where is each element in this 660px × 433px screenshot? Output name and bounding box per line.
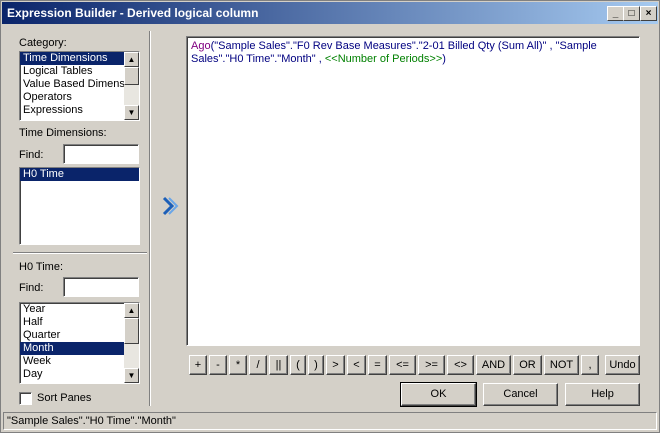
- operator-button[interactable]: +: [189, 355, 207, 375]
- time-dimensions-list[interactable]: H0 Time: [19, 167, 140, 245]
- operator-button[interactable]: OR: [513, 355, 542, 375]
- operator-button[interactable]: <: [347, 355, 366, 375]
- title-bar[interactable]: Expression Builder - Derived logical col…: [2, 2, 658, 24]
- category-list-item[interactable]: Value Based Dimensio: [20, 78, 139, 91]
- function-name: Ago: [191, 40, 211, 52]
- ok-button[interactable]: OK: [400, 382, 477, 407]
- h0-time-scrollbar[interactable]: ▲ ▼: [124, 303, 139, 383]
- find2-label: Find:: [19, 282, 44, 294]
- time-dimensions-label: Time Dimensions:: [19, 127, 107, 139]
- cancel-button[interactable]: Cancel: [483, 383, 558, 406]
- operator-button[interactable]: AND: [476, 355, 511, 375]
- find-label: Find:: [19, 149, 44, 161]
- operator-button[interactable]: /: [249, 355, 267, 375]
- category-list-item[interactable]: Time Dimensions: [20, 52, 139, 65]
- operator-button[interactable]: <>: [447, 355, 474, 375]
- argument-periods: <<Number of Periods>>: [324, 53, 443, 65]
- time-dimension-list-item[interactable]: H0 Time: [20, 168, 139, 181]
- scroll-up-icon[interactable]: ▲: [124, 303, 139, 318]
- h0-time-list[interactable]: Year Half Quarter Month Week Day ▲ ▼: [19, 302, 140, 384]
- operator-button[interactable]: >=: [418, 355, 445, 375]
- maximize-button[interactable]: □: [623, 6, 640, 21]
- panel-divider: [149, 31, 151, 406]
- sort-panes-checkbox[interactable]: [19, 392, 32, 405]
- insert-chevron-right-icon[interactable]: [161, 195, 179, 217]
- h0-time-list-item[interactable]: Year: [20, 303, 139, 316]
- left-divider: [13, 252, 147, 254]
- argument-level-part2: Sales"."H0 Time"."Month": [191, 53, 316, 65]
- argument-level-part1: "Sample: [555, 40, 597, 52]
- operator-button[interactable]: NOT: [544, 355, 579, 375]
- expression-builder-window: Expression Builder - Derived logical col…: [0, 0, 660, 433]
- scroll-down-icon[interactable]: ▼: [124, 368, 139, 383]
- category-list-item[interactable]: Operators: [20, 91, 139, 104]
- find-input[interactable]: [63, 144, 139, 164]
- operator-button[interactable]: (: [290, 355, 306, 375]
- operator-button[interactable]: -: [209, 355, 227, 375]
- scroll-up-icon[interactable]: ▲: [124, 52, 139, 67]
- close-button[interactable]: ×: [640, 6, 657, 21]
- operator-button[interactable]: ): [308, 355, 324, 375]
- operator-button[interactable]: =: [368, 355, 387, 375]
- status-bar: "Sample Sales"."H0 Time"."Month": [3, 412, 657, 430]
- category-scrollbar[interactable]: ▲ ▼: [124, 52, 139, 120]
- scroll-thumb[interactable]: [124, 67, 139, 85]
- operator-button[interactable]: *: [229, 355, 247, 375]
- find2-input[interactable]: [63, 277, 139, 297]
- operator-button[interactable]: >: [326, 355, 345, 375]
- separator: ,: [315, 53, 325, 65]
- scroll-thumb[interactable]: [124, 318, 139, 344]
- help-button[interactable]: Help: [565, 383, 640, 406]
- window-title: Expression Builder - Derived logical col…: [7, 6, 259, 20]
- sort-panes-label: Sort Panes: [37, 392, 92, 404]
- h0-time-list-item[interactable]: Half: [20, 316, 139, 329]
- h0-time-list-item[interactable]: Day: [20, 368, 139, 381]
- category-list[interactable]: Time Dimensions Logical Tables Value Based…: [19, 51, 140, 121]
- scroll-down-icon[interactable]: ▼: [124, 105, 139, 120]
- h0-time-label: H0 Time:: [19, 261, 64, 273]
- category-list-item[interactable]: Expressions: [20, 104, 139, 117]
- argument-measure: "Sample Sales"."F0 Rev Base Measures"."2…: [214, 40, 547, 52]
- h0-time-list-item[interactable]: Week: [20, 355, 139, 368]
- h0-time-list-item[interactable]: Month: [20, 342, 139, 355]
- operator-button[interactable]: ||: [269, 355, 288, 375]
- paren-close: ): [442, 53, 446, 65]
- operator-button[interactable]: <=: [389, 355, 416, 375]
- category-label: Category:: [19, 37, 67, 49]
- separator: ,: [546, 40, 556, 52]
- category-list-item[interactable]: Logical Tables: [20, 65, 139, 78]
- expression-editor[interactable]: Ago("Sample Sales"."F0 Rev Base Measures…: [186, 36, 640, 346]
- operator-button[interactable]: Undo: [605, 355, 640, 375]
- h0-time-list-item[interactable]: Quarter: [20, 329, 139, 342]
- operator-button[interactable]: ,: [581, 355, 599, 375]
- minimize-button[interactable]: _: [607, 6, 624, 21]
